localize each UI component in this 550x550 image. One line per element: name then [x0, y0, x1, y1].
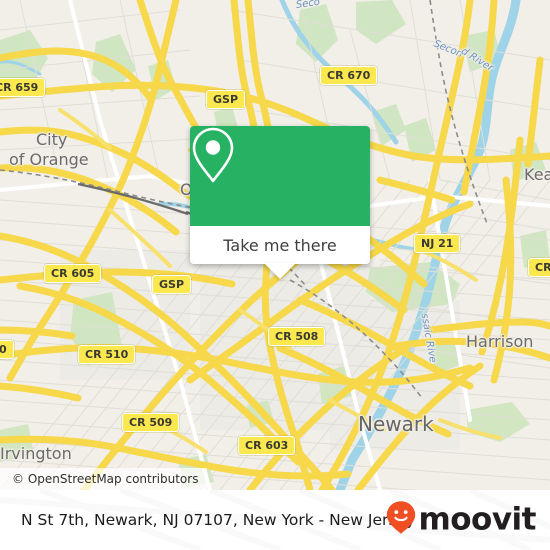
popup-pointer-tail — [264, 263, 296, 279]
map-canvas[interactable]: CR 659GSPCR 670NJ 21CR 605GSPCRCR 5080CR… — [0, 0, 550, 490]
address-label: N St 7th, Newark, NJ 07107, New York - N… — [21, 511, 416, 529]
destination-popup-card[interactable]: Take me there — [190, 126, 370, 279]
moovit-smiley-pin-icon — [386, 501, 416, 540]
moovit-wordmark: moovit — [418, 501, 536, 538]
footer-bar: N St 7th, Newark, NJ 07107, New York - N… — [0, 490, 550, 550]
popup-pin-area — [190, 126, 370, 226]
moovit-logo[interactable]: moovit — [386, 501, 536, 540]
take-me-there-button[interactable]: Take me there — [190, 226, 370, 279]
take-me-there-label: Take me there — [223, 235, 337, 255]
moovit-map-screenshot: CR 659GSPCR 670NJ 21CR 605GSPCRCR 5080CR… — [0, 0, 550, 550]
osm-attribution[interactable]: © OpenStreetMap contributors — [0, 468, 208, 490]
